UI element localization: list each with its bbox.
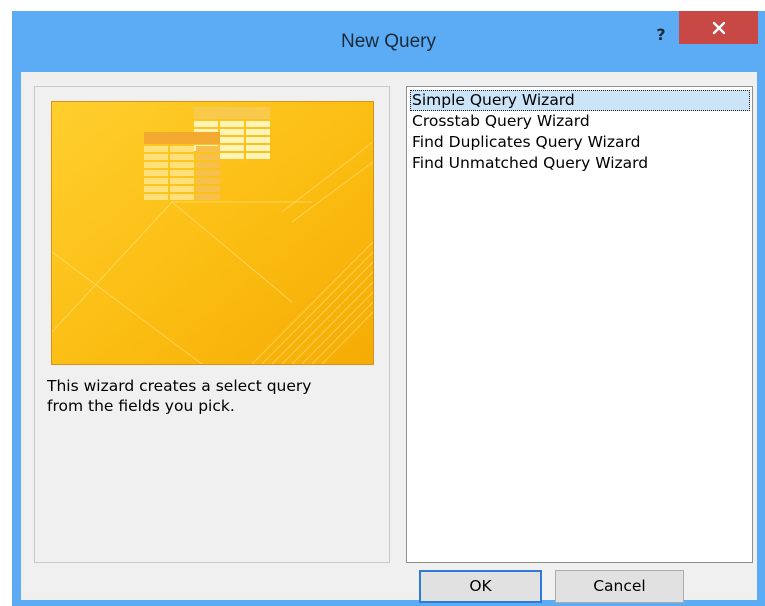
close-button[interactable] [679, 11, 758, 44]
list-item-crosstab-query-wizard[interactable]: Crosstab Query Wizard [410, 111, 750, 132]
query-wizard-illustration [52, 102, 373, 364]
help-icon[interactable]: ? [650, 25, 672, 47]
cancel-button[interactable]: Cancel [555, 570, 684, 603]
list-item-simple-query-wizard[interactable]: Simple Query Wizard [410, 90, 750, 111]
wizard-listbox[interactable]: Simple Query Wizard Crosstab Query Wizar… [406, 86, 753, 563]
wizard-description: This wizard creates a select query from … [47, 376, 377, 416]
wizard-preview-image [51, 101, 374, 365]
dialog-body: This wizard creates a select query from … [21, 72, 757, 603]
description-panel: This wizard creates a select query from … [34, 86, 390, 563]
description-line-1: This wizard creates a select query [47, 377, 312, 395]
list-item-find-unmatched-query-wizard[interactable]: Find Unmatched Query Wizard [410, 153, 750, 174]
list-item-find-duplicates-query-wizard[interactable]: Find Duplicates Query Wizard [410, 132, 750, 153]
new-query-dialog: New Query ? This wizard creates a select… [12, 11, 765, 606]
title-bar[interactable]: New Query ? [12, 11, 765, 73]
close-icon [712, 21, 726, 35]
description-line-2: from the fields you pick. [47, 397, 235, 415]
ok-button[interactable]: OK [419, 570, 542, 603]
